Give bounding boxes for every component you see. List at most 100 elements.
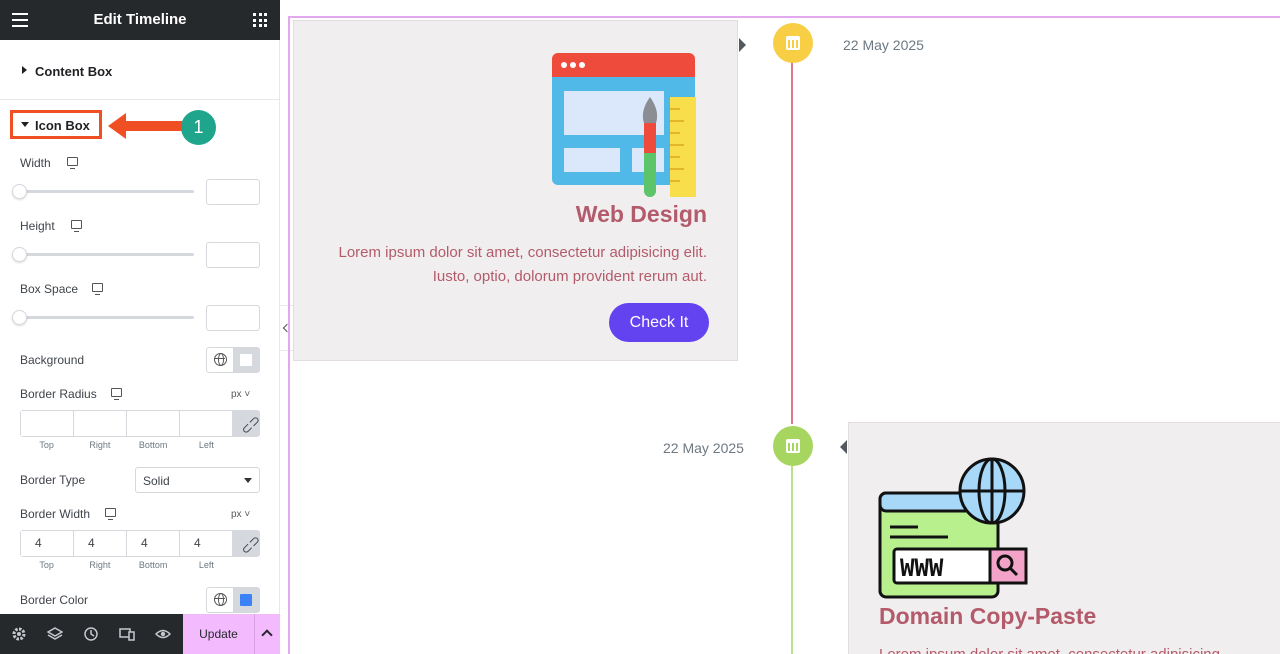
border-type-value: Solid xyxy=(143,474,170,488)
update-options-button[interactable] xyxy=(254,614,280,654)
width-left-input[interactable]: 4 xyxy=(180,531,232,556)
www-text: WWW xyxy=(900,554,944,582)
height-label: Height xyxy=(20,219,55,233)
color-swatch xyxy=(240,354,252,366)
radius-right-input[interactable] xyxy=(74,411,127,436)
dim-label-right: Right xyxy=(89,440,111,450)
history-icon[interactable] xyxy=(83,626,99,642)
panel-footer: Update xyxy=(0,614,280,654)
dropdown-arrow-icon xyxy=(244,478,252,483)
width-right-input[interactable]: 4 xyxy=(74,531,127,556)
global-colors-button[interactable] xyxy=(207,588,233,612)
width-top-input[interactable]: 4 xyxy=(21,531,74,556)
layers-icon[interactable] xyxy=(47,626,63,642)
caret-right-icon xyxy=(22,66,27,74)
slider-handle[interactable] xyxy=(12,310,27,325)
dim-label-top: Top xyxy=(39,440,54,450)
width-bottom-input[interactable]: 4 xyxy=(127,531,180,556)
calendar-icon xyxy=(786,439,800,453)
timeline-item-title: Domain Copy-Paste xyxy=(879,603,1097,629)
timeline-date: 22 May 2025 xyxy=(663,440,744,456)
dim-label-bottom: Bottom xyxy=(138,560,168,570)
global-colors-button[interactable] xyxy=(207,348,233,372)
border-width-label: Border Width xyxy=(20,507,91,521)
dim-label-left: Left xyxy=(198,440,214,450)
timeline-dot xyxy=(773,426,813,466)
monitor-icon[interactable] xyxy=(71,220,82,232)
color-swatch xyxy=(240,594,252,606)
card-pointer xyxy=(840,440,847,454)
dim-label-top: Top xyxy=(39,560,54,570)
background-color-picker[interactable] xyxy=(233,348,259,372)
slider-handle[interactable] xyxy=(12,247,27,262)
border-width-inputs: 4 4 4 4 ⊂⊃ xyxy=(20,530,264,558)
radius-left-input[interactable] xyxy=(180,411,232,436)
update-button[interactable]: Update xyxy=(183,614,254,654)
globe-icon xyxy=(214,593,227,606)
caret-down-icon xyxy=(21,122,29,127)
responsive-icon[interactable] xyxy=(119,626,135,642)
chevron-up-icon xyxy=(261,629,273,641)
timeline-date: 22 May 2025 xyxy=(843,37,924,53)
width-slider[interactable] xyxy=(12,184,194,199)
slider-handle[interactable] xyxy=(12,184,27,199)
border-radius-label: Border Radius xyxy=(20,387,97,401)
timeline-item-title: Web Design xyxy=(575,201,707,227)
apps-grid-icon[interactable] xyxy=(253,13,267,27)
monitor-icon[interactable] xyxy=(105,508,116,520)
panel-header: Edit Timeline xyxy=(0,0,280,40)
section-icon-box[interactable]: Icon Box xyxy=(10,110,102,139)
web-design-icon xyxy=(552,53,696,197)
link-values-button[interactable]: ⊂⊃ xyxy=(232,531,264,558)
height-slider[interactable] xyxy=(12,247,194,262)
calendar-icon xyxy=(786,36,800,50)
section-icon-box-label: Icon Box xyxy=(35,118,90,133)
box-space-label: Box Space xyxy=(20,282,79,296)
timeline-line xyxy=(791,60,793,424)
check-it-button[interactable]: Check It xyxy=(609,303,709,342)
border-color-label: Border Color xyxy=(20,593,89,607)
border-radius-inputs: ⊂⊃ xyxy=(20,410,264,438)
width-input[interactable] xyxy=(206,179,260,205)
border-color-picker[interactable] xyxy=(233,588,259,612)
border-radius-dim-labels: Top Right Bottom Left xyxy=(20,440,233,450)
dim-label-bottom: Bottom xyxy=(138,440,168,450)
border-color-control xyxy=(206,587,260,613)
radius-top-input[interactable] xyxy=(21,411,74,436)
timeline-item-description: Lorem ipsum dolor sit amet, consectetur … xyxy=(338,244,708,285)
border-radius-unit[interactable]: px ˅ xyxy=(231,389,250,400)
panel-title: Edit Timeline xyxy=(93,11,187,28)
section-content-box-label: Content Box xyxy=(35,64,113,79)
section-content-box[interactable]: Content Box xyxy=(0,40,280,100)
step-badge: 1 xyxy=(181,110,216,145)
dim-label-right: Right xyxy=(89,560,111,570)
monitor-icon[interactable] xyxy=(67,157,78,169)
link-values-button[interactable]: ⊂⊃ xyxy=(232,411,264,438)
monitor-icon[interactable] xyxy=(92,283,103,295)
globe-icon xyxy=(214,353,227,366)
monitor-icon[interactable] xyxy=(111,388,122,400)
background-label: Background xyxy=(20,353,85,367)
width-label: Width xyxy=(20,156,51,170)
settings-icon[interactable] xyxy=(11,626,27,642)
timeline-dot xyxy=(773,23,813,63)
annotation-arrow xyxy=(108,113,184,139)
eye-icon[interactable] xyxy=(155,626,171,642)
border-width-dim-labels: Top Right Bottom Left xyxy=(20,560,233,570)
timeline-item-description: Lorem ipsum dolor sit amet, consectetur … xyxy=(879,643,1279,654)
link-icon: ⊂⊃ xyxy=(237,411,264,438)
radius-bottom-input[interactable] xyxy=(127,411,180,436)
link-icon: ⊂⊃ xyxy=(237,531,264,558)
timeline-card[interactable]: WWW Domain Copy-Paste Lorem ipsum dolor … xyxy=(848,422,1280,654)
border-type-select[interactable]: Solid xyxy=(135,467,260,493)
timeline-line xyxy=(791,466,793,654)
border-width-unit[interactable]: px ˅ xyxy=(231,509,250,520)
box-space-slider[interactable] xyxy=(12,310,194,325)
timeline-card[interactable]: Web Design Lorem ipsum dolor sit amet, c… xyxy=(293,20,738,361)
dim-label-left: Left xyxy=(198,560,214,570)
height-input[interactable] xyxy=(206,242,260,268)
box-space-input[interactable] xyxy=(206,305,260,331)
domain-www-icon: WWW xyxy=(878,457,1028,599)
border-type-label: Border Type xyxy=(20,473,86,487)
editor-panel: Edit Timeline Content Box Icon Box 1 Wid… xyxy=(0,0,280,654)
